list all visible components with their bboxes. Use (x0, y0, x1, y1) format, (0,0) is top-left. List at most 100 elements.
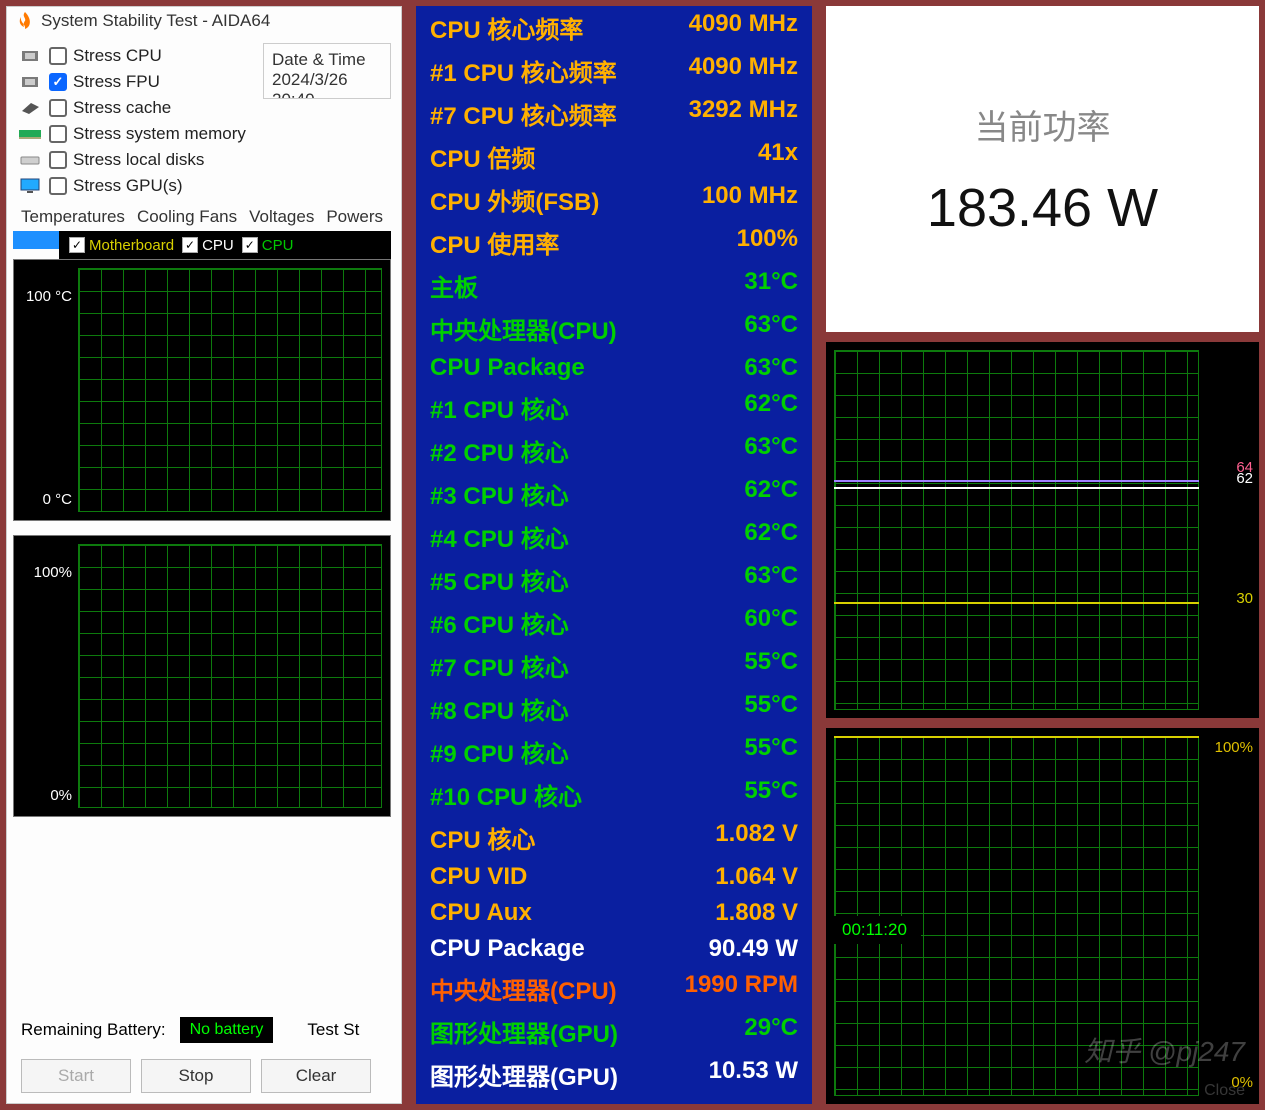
osd-label: #7 CPU 核心 (430, 648, 569, 683)
osd-row-10: #2 CPU 核心63°C (416, 429, 812, 472)
checkbox-icon[interactable] (49, 125, 67, 143)
usage-graph: 100% 0% (13, 535, 391, 817)
osd-row-8: CPU Package 63°C (416, 350, 812, 386)
osd-row-0: CPU 核心频率4090 MHz (416, 6, 812, 49)
stress-label: Stress local disks (73, 150, 204, 170)
osd-value: 31°C (744, 268, 798, 303)
power-label: 当前功率 (975, 100, 1111, 149)
osd-value: 41x (758, 139, 798, 174)
tab-cooling-fans[interactable]: Cooling Fans (137, 205, 237, 229)
start-button[interactable]: Start (21, 1059, 131, 1093)
series-line (834, 736, 1199, 738)
osd-row-7: 中央处理器(CPU)63°C (416, 307, 812, 350)
osd-value: 62°C (744, 476, 798, 511)
legend-label: CPU (262, 237, 294, 254)
osd-row-20: CPU VID1.064 V (416, 859, 812, 895)
flame-icon (15, 11, 35, 31)
tab-powers[interactable]: Powers (326, 205, 383, 229)
stress-label: Stress CPU (73, 46, 162, 66)
osd-value: 1.808 V (715, 899, 798, 927)
osd-row-3: CPU 倍频 41x (416, 135, 812, 178)
tab-bar: Temperatures Cooling Fans Voltages Powers (7, 203, 401, 231)
checkbox-icon[interactable]: ✓ (242, 237, 258, 253)
osd-label: CPU Aux (430, 899, 532, 927)
legend-item-0[interactable]: ✓Motherboard (69, 237, 174, 254)
osd-label: #6 CPU 核心 (430, 605, 569, 640)
stress-option-4[interactable]: Stress local disks (17, 147, 257, 173)
y-max: 100% (34, 564, 72, 581)
checkbox-icon[interactable] (49, 151, 67, 169)
osd-row-11: #3 CPU 核心62°C (416, 472, 812, 515)
checkbox-icon[interactable] (49, 47, 67, 65)
test-status-label: Test St (307, 1020, 359, 1040)
window-title: System Stability Test - AIDA64 (41, 11, 270, 31)
osd-value: 60°C (744, 605, 798, 640)
y-label: 64 (1236, 459, 1253, 476)
osd-row-17: #9 CPU 核心 55°C (416, 730, 812, 773)
title-bar: System Stability Test - AIDA64 (7, 7, 401, 35)
eraser-icon (17, 100, 43, 116)
osd-value: 63°C (744, 354, 798, 382)
osd-value: 100% (737, 225, 798, 260)
osd-value: 55°C (744, 734, 798, 769)
osd-value: 55°C (744, 648, 798, 683)
checkbox-icon[interactable] (49, 99, 67, 117)
osd-label: CPU Package (430, 354, 585, 382)
series-line (834, 480, 1199, 482)
stress-option-3[interactable]: Stress system memory (17, 121, 257, 147)
checkbox-icon[interactable] (49, 73, 67, 91)
osd-value: 3292 MHz (689, 96, 798, 131)
stress-label: Stress GPU(s) (73, 176, 183, 196)
osd-label: CPU 使用率 (430, 225, 559, 260)
osd-value: 10.53 W (709, 1057, 798, 1092)
osd-row-19: CPU 核心1.082 V (416, 816, 812, 859)
osd-row-6: 主板31°C (416, 264, 812, 307)
battery-label: Remaining Battery: (21, 1020, 166, 1040)
osd-label: #9 CPU 核心 (430, 734, 569, 769)
osd-row-4: CPU 外频(FSB)100 MHz (416, 178, 812, 221)
tab-voltages[interactable]: Voltages (249, 205, 314, 229)
chip-icon (17, 74, 43, 90)
osd-row-13: #5 CPU 核心63°C (416, 558, 812, 601)
osd-panel: CPU 核心频率4090 MHz#1 CPU 核心频率4090 MHz #7 CP… (412, 6, 816, 1104)
datetime-label: Date & Time (272, 50, 382, 70)
osd-value: 55°C (744, 777, 798, 812)
osd-row-1: #1 CPU 核心频率4090 MHz (416, 49, 812, 92)
y-label: 100% (1215, 739, 1253, 756)
osd-row-5: CPU 使用率 100% (416, 221, 812, 264)
osd-row-25: 图形处理器(GPU)10.53 W (416, 1053, 812, 1096)
stress-label: Stress system memory (73, 124, 246, 144)
watermark: 知乎 @pj247 (1084, 1030, 1245, 1070)
close-button[interactable]: Close (1204, 1082, 1245, 1100)
ram-icon (17, 126, 43, 142)
y-label: 30 (1236, 590, 1253, 607)
stress-option-1[interactable]: Stress FPU (17, 69, 257, 95)
osd-label: #8 CPU 核心 (430, 691, 569, 726)
stress-label: Stress cache (73, 98, 171, 118)
legend-item-2[interactable]: ✓CPU (242, 237, 294, 254)
osd-label: #1 CPU 核心 (430, 390, 569, 425)
tab-temperatures[interactable]: Temperatures (21, 205, 125, 229)
stress-option-0[interactable]: Stress CPU (17, 43, 257, 69)
series-line (834, 602, 1199, 604)
stress-option-5[interactable]: Stress GPU(s) (17, 173, 257, 199)
stress-label: Stress FPU (73, 72, 160, 92)
stop-button[interactable]: Stop (141, 1059, 251, 1093)
right-temp-graph: 626430 (826, 342, 1259, 718)
clear-button[interactable]: Clear (261, 1059, 371, 1093)
checkbox-icon[interactable]: ✓ (69, 237, 85, 253)
osd-label: CPU 核心 (430, 820, 535, 855)
osd-label: CPU 倍频 (430, 139, 535, 174)
osd-row-15: #7 CPU 核心 55°C (416, 644, 812, 687)
checkbox-icon[interactable]: ✓ (182, 237, 198, 253)
osd-value: 62°C (744, 390, 798, 425)
monitor-icon (17, 178, 43, 194)
checkbox-icon[interactable] (49, 177, 67, 195)
graph-legend: ✓Motherboard✓CPU✓CPU (59, 231, 391, 259)
osd-label: #4 CPU 核心 (430, 519, 569, 554)
osd-label: 图形处理器(GPU) (430, 1014, 618, 1049)
legend-item-1[interactable]: ✓CPU (182, 237, 234, 254)
osd-value: 62°C (744, 519, 798, 554)
y-min: 0 °C (43, 491, 72, 508)
stress-option-2[interactable]: Stress cache (17, 95, 257, 121)
